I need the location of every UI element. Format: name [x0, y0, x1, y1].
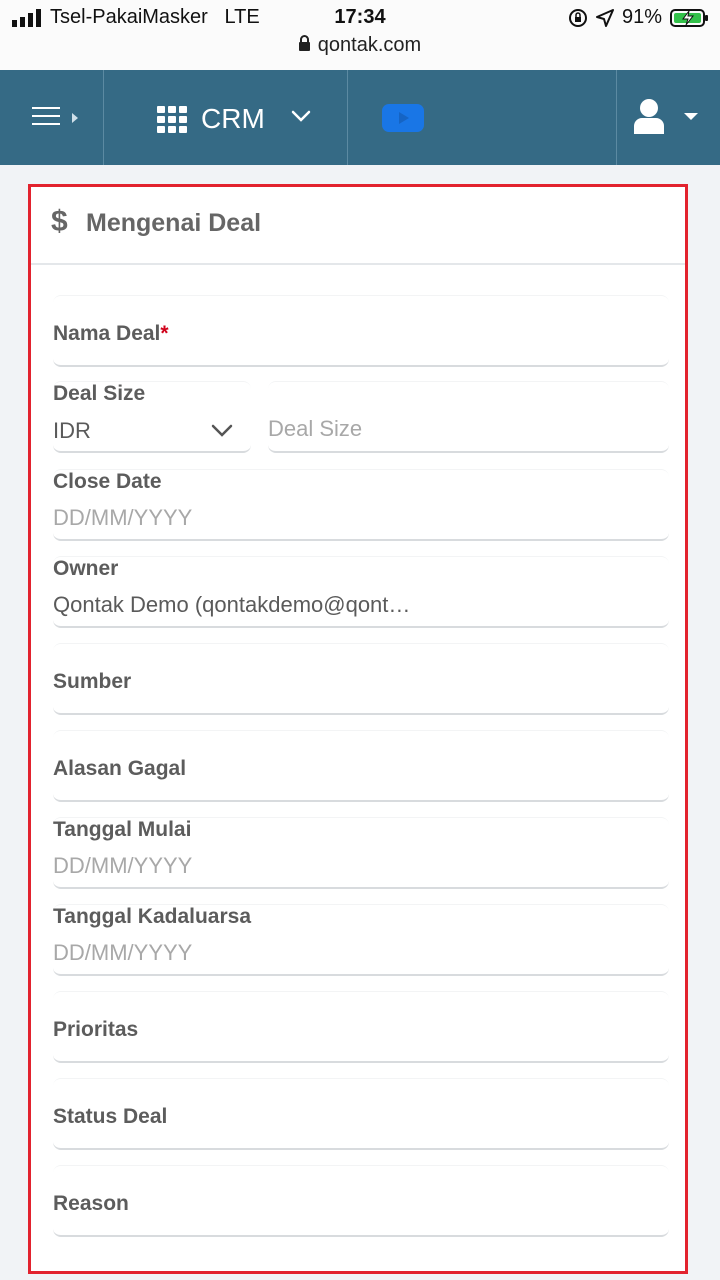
deal-info-card: $ Mengenai Deal Nama Deal* Deal Size IDR…: [28, 184, 688, 1274]
apps-grid-icon[interactable]: [157, 106, 187, 133]
youtube-icon[interactable]: [382, 104, 424, 132]
field-label: Sumber: [53, 670, 132, 693]
status-right: 91%: [568, 6, 710, 29]
battery-charging-icon: [670, 8, 708, 27]
field-label: Deal Size: [53, 382, 146, 405]
status-bar: Tsel-PakaiMasker LTE 17:34 91% qontak.co…: [0, 0, 720, 70]
tanggal-mulai-field[interactable]: Tanggal Mulai DD/MM/YYYY: [53, 817, 669, 889]
field-label: Prioritas: [53, 1018, 139, 1041]
url-text: qontak.com: [317, 34, 422, 56]
section-title: Mengenai Deal: [86, 209, 262, 237]
field-label: Owner: [53, 557, 119, 580]
nav-divider: [347, 70, 348, 165]
currency-value: IDR: [53, 418, 91, 443]
nav-divider: [103, 70, 104, 165]
address-bar[interactable]: qontak.com: [0, 34, 720, 57]
field-label: Alasan Gagal: [53, 757, 187, 780]
close-date-field[interactable]: Close Date DD/MM/YYYY: [53, 469, 669, 541]
field-label: Tanggal Mulai: [53, 818, 192, 841]
status-deal-field[interactable]: Status Deal: [53, 1078, 669, 1150]
owner-value: Qontak Demo (qontakdemo@qont…: [53, 592, 411, 617]
reason-field[interactable]: Reason: [53, 1165, 669, 1237]
nama-deal-field[interactable]: Nama Deal*: [53, 295, 669, 367]
card-header: $ Mengenai Deal: [31, 187, 685, 265]
field-label: Reason: [53, 1192, 129, 1215]
alasan-gagal-field[interactable]: Alasan Gagal: [53, 730, 669, 802]
chevron-down-icon: [211, 424, 233, 437]
placeholder-text: Deal Size: [268, 416, 363, 441]
nav-divider: [616, 70, 617, 165]
placeholder-text: DD/MM/YYYY: [53, 505, 193, 530]
dollar-icon: $: [51, 205, 68, 238]
top-navbar: [0, 70, 720, 165]
caret-down-icon[interactable]: [684, 113, 698, 120]
tanggal-kadaluarsa-field[interactable]: Tanggal Kadaluarsa DD/MM/YYYY: [53, 904, 669, 976]
field-label: Tanggal Kadaluarsa: [53, 905, 252, 928]
lock-icon: [298, 35, 310, 51]
chevron-down-icon[interactable]: [290, 108, 312, 124]
placeholder-text: DD/MM/YYYY: [53, 853, 193, 878]
field-label: Status Deal: [53, 1105, 168, 1128]
location-icon: [595, 8, 614, 27]
sumber-field[interactable]: Sumber: [53, 643, 669, 715]
owner-field[interactable]: Owner Qontak Demo (qontakdemo@qont…: [53, 556, 669, 628]
menu-icon[interactable]: [32, 107, 62, 127]
field-label: Nama Deal*: [53, 322, 169, 345]
user-icon[interactable]: [632, 98, 666, 134]
crm-module-label[interactable]: CRM: [201, 103, 265, 135]
deal-size-input[interactable]: Deal Size: [268, 381, 669, 453]
prioritas-field[interactable]: Prioritas: [53, 991, 669, 1063]
sidebar-toggle-arrow-icon: [72, 113, 78, 123]
orientation-lock-icon: [568, 8, 587, 27]
battery-percent: 91%: [621, 6, 662, 28]
field-label: Close Date: [53, 470, 162, 493]
placeholder-text: DD/MM/YYYY: [53, 940, 193, 965]
currency-select[interactable]: Deal Size IDR: [53, 381, 251, 453]
